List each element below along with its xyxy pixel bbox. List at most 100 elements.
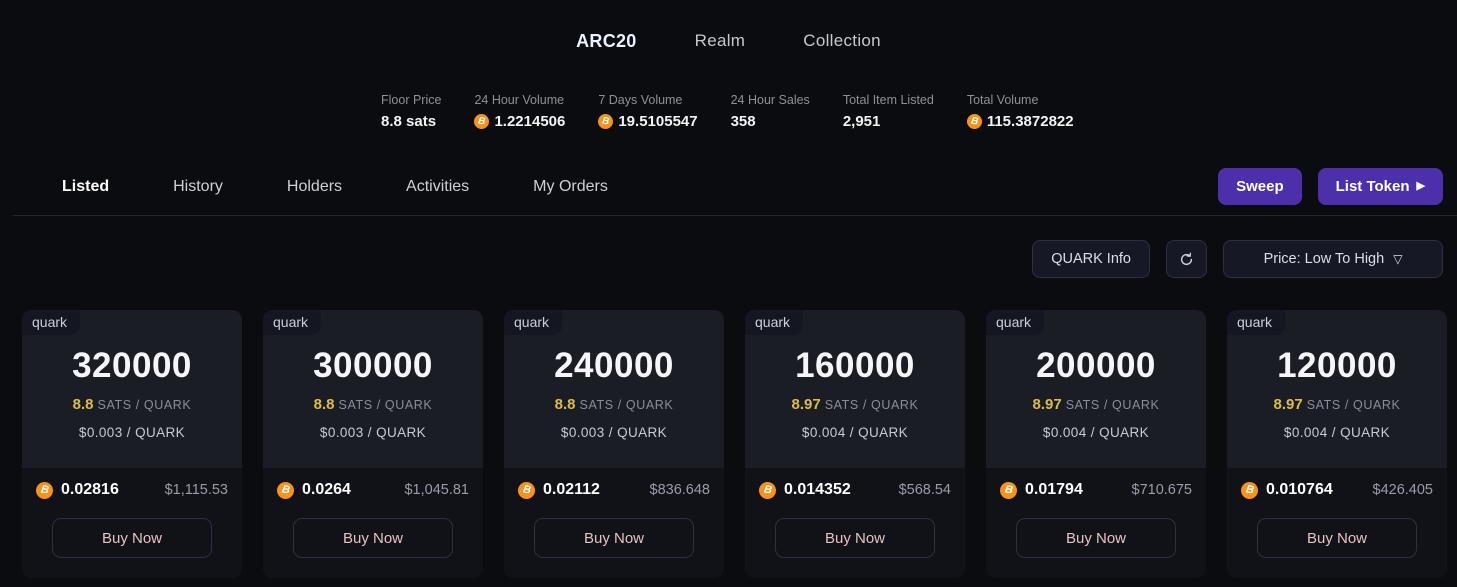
stats-bar: Floor Price 8.8 sats 24 Hour Volume B 1.… xyxy=(381,93,1457,130)
token-amount: 240000 xyxy=(504,346,724,386)
sats-rate: 8.97SATS / QUARK xyxy=(986,396,1206,413)
listing-card: quark 200000 8.97SATS / QUARK $0.004 / Q… xyxy=(986,310,1206,578)
bitcoin-icon: B xyxy=(598,114,613,129)
price-row: B 0.01794 $710.675 xyxy=(1000,481,1192,499)
card-top: quark 300000 8.8SATS / QUARK $0.003 / QU… xyxy=(263,310,483,468)
stat-24h-volume: 24 Hour Volume B 1.2214506 xyxy=(474,93,565,130)
tabs-row: Listed History Holders Activities My Ord… xyxy=(0,168,1457,206)
tabs: Listed History Holders Activities My Ord… xyxy=(62,178,608,196)
stat-label: 7 Days Volume xyxy=(598,93,697,107)
token-tag: quark xyxy=(504,310,562,335)
chevron-down-icon: ▽ xyxy=(1393,252,1402,266)
listing-toolbar: QUARK Info Price: Low To High ▽ xyxy=(0,240,1443,278)
quark-info-button[interactable]: QUARK Info xyxy=(1032,240,1150,278)
sats-rate: 8.8SATS / QUARK xyxy=(263,396,483,413)
bitcoin-icon: B xyxy=(518,482,535,499)
tab-actions: Sweep List Token ▶ xyxy=(1218,168,1443,205)
stat-value: B 115.3872822 xyxy=(967,113,1074,130)
sort-dropdown[interactable]: Price: Low To High ▽ xyxy=(1223,240,1443,278)
card-top: quark 160000 8.97SATS / QUARK $0.004 / Q… xyxy=(745,310,965,468)
token-amount: 160000 xyxy=(745,346,965,386)
listing-card: quark 300000 8.8SATS / QUARK $0.003 / QU… xyxy=(263,310,483,578)
token-amount: 120000 xyxy=(1227,346,1447,386)
stat-label: Floor Price xyxy=(381,93,441,107)
usd-price: $836.648 xyxy=(650,482,710,498)
btc-price: 0.010764 xyxy=(1266,481,1333,499)
price-row: B 0.02816 $1,115.53 xyxy=(36,481,228,499)
buy-now-button[interactable]: Buy Now xyxy=(534,518,694,558)
card-top: quark 200000 8.97SATS / QUARK $0.004 / Q… xyxy=(986,310,1206,468)
stat-7d-volume: 7 Days Volume B 19.5105547 xyxy=(598,93,697,130)
stat-value: 2,951 xyxy=(843,113,934,130)
sats-rate: 8.8SATS / QUARK xyxy=(22,396,242,413)
section-divider xyxy=(13,215,1457,216)
usd-rate: $0.003 / QUARK xyxy=(504,425,724,440)
usd-rate: $0.004 / QUARK xyxy=(1227,425,1447,440)
bitcoin-icon: B xyxy=(36,482,53,499)
usd-rate: $0.003 / QUARK xyxy=(22,425,242,440)
token-tag: quark xyxy=(1227,310,1285,335)
btc-price: 0.014352 xyxy=(784,481,851,499)
bitcoin-icon: B xyxy=(474,114,489,129)
card-bottom: B 0.01794 $710.675 Buy Now xyxy=(986,468,1206,578)
listing-card: quark 240000 8.8SATS / QUARK $0.003 / QU… xyxy=(504,310,724,578)
stat-value: B 1.2214506 xyxy=(474,113,565,130)
listing-card: quark 160000 8.97SATS / QUARK $0.004 / Q… xyxy=(745,310,965,578)
usd-rate: $0.003 / QUARK xyxy=(263,425,483,440)
tab-holders[interactable]: Holders xyxy=(287,178,342,196)
card-bottom: B 0.0264 $1,045.81 Buy Now xyxy=(263,468,483,578)
usd-rate: $0.004 / QUARK xyxy=(986,425,1206,440)
token-amount: 320000 xyxy=(22,346,242,386)
buy-now-button[interactable]: Buy Now xyxy=(775,518,935,558)
play-icon: ▶ xyxy=(1417,181,1425,192)
tab-history[interactable]: History xyxy=(173,178,223,196)
usd-price: $426.405 xyxy=(1373,482,1433,498)
sats-rate: 8.97SATS / QUARK xyxy=(1227,396,1447,413)
card-bottom: B 0.02816 $1,115.53 Buy Now xyxy=(22,468,242,578)
bitcoin-icon: B xyxy=(1241,482,1258,499)
stat-value: 358 xyxy=(731,113,810,130)
card-top: quark 320000 8.8SATS / QUARK $0.003 / QU… xyxy=(22,310,242,468)
nav-item-collection[interactable]: Collection xyxy=(803,31,881,52)
sweep-button[interactable]: Sweep xyxy=(1218,168,1302,205)
buy-now-button[interactable]: Buy Now xyxy=(52,518,212,558)
stat-total-listed: Total Item Listed 2,951 xyxy=(843,93,934,130)
buy-now-button[interactable]: Buy Now xyxy=(1016,518,1176,558)
usd-rate: $0.004 / QUARK xyxy=(745,425,965,440)
bitcoin-icon: B xyxy=(967,114,982,129)
stat-label: 24 Hour Sales xyxy=(731,93,810,107)
token-tag: quark xyxy=(986,310,1044,335)
tab-my-orders[interactable]: My Orders xyxy=(533,178,608,196)
usd-price: $1,115.53 xyxy=(165,482,228,498)
btc-price: 0.01794 xyxy=(1025,481,1083,499)
usd-price: $710.675 xyxy=(1132,482,1192,498)
usd-price: $568.54 xyxy=(899,482,951,498)
tab-activities[interactable]: Activities xyxy=(406,178,469,196)
btc-price: 0.02112 xyxy=(543,481,600,499)
nav-item-arc20[interactable]: ARC20 xyxy=(576,31,637,52)
stat-value: B 19.5105547 xyxy=(598,113,697,130)
card-bottom: B 0.014352 $568.54 Buy Now xyxy=(745,468,965,578)
btc-price: 0.0264 xyxy=(302,481,351,499)
tab-listed[interactable]: Listed xyxy=(62,178,109,196)
refresh-button[interactable] xyxy=(1166,240,1207,278)
buy-now-button[interactable]: Buy Now xyxy=(293,518,453,558)
stat-label: Total Volume xyxy=(967,93,1074,107)
list-token-button[interactable]: List Token ▶ xyxy=(1318,168,1443,205)
buy-now-button[interactable]: Buy Now xyxy=(1257,518,1417,558)
stat-total-volume: Total Volume B 115.3872822 xyxy=(967,93,1074,130)
sats-rate: 8.8SATS / QUARK xyxy=(504,396,724,413)
stat-label: 24 Hour Volume xyxy=(474,93,565,107)
card-top: quark 120000 8.97SATS / QUARK $0.004 / Q… xyxy=(1227,310,1447,468)
token-tag: quark xyxy=(745,310,803,335)
listing-grid: quark 320000 8.8SATS / QUARK $0.003 / QU… xyxy=(22,310,1457,578)
token-amount: 200000 xyxy=(986,346,1206,386)
btc-price: 0.02816 xyxy=(61,481,119,499)
token-amount: 300000 xyxy=(263,346,483,386)
nav-item-realm[interactable]: Realm xyxy=(695,31,746,52)
top-nav: ARC20 Realm Collection xyxy=(0,0,1457,52)
bitcoin-icon: B xyxy=(277,482,294,499)
price-row: B 0.0264 $1,045.81 xyxy=(277,481,469,499)
stat-floor-price: Floor Price 8.8 sats xyxy=(381,93,441,130)
token-tag: quark xyxy=(263,310,321,335)
